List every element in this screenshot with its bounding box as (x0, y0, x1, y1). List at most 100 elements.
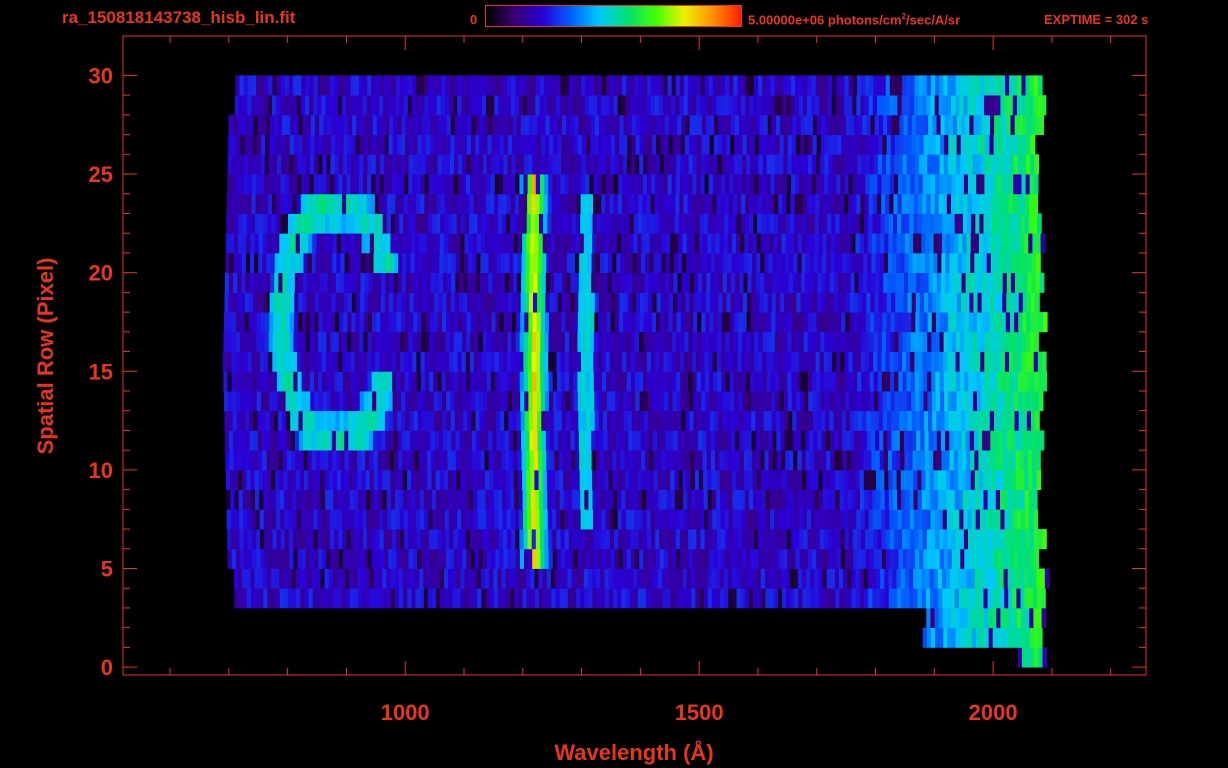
heatmap-cell (697, 114, 703, 135)
heatmap-cell (923, 134, 929, 155)
heatmap-cell (649, 450, 654, 471)
heatmap-cell (1011, 252, 1017, 273)
heatmap-cell (305, 371, 311, 392)
heatmap-cell (925, 489, 931, 510)
heatmap-cell (946, 607, 952, 628)
heatmap-cell (404, 371, 410, 392)
heatmap-cell (720, 489, 725, 510)
heatmap-cell (902, 174, 907, 195)
heatmap-cell (859, 469, 865, 490)
heatmap-cell (970, 233, 976, 254)
heatmap-cell (320, 489, 326, 510)
heatmap-cell (618, 174, 623, 195)
heatmap-cell (870, 391, 875, 412)
heatmap-cell (487, 134, 493, 155)
heatmap-cell (226, 509, 232, 530)
heatmap-cell (710, 292, 715, 313)
heatmap-cell (721, 312, 727, 333)
heatmap-cell (934, 213, 939, 234)
heatmap-cell (473, 509, 479, 530)
heatmap-cell (984, 193, 989, 214)
heatmap-cell (559, 568, 564, 589)
heatmap-cell (546, 252, 551, 273)
heatmap-cell (1017, 647, 1023, 668)
heatmap-cell (310, 154, 315, 175)
heatmap-cell (458, 548, 463, 569)
heatmap-cell (810, 489, 816, 510)
heatmap-cell (337, 509, 343, 530)
heatmap-cell (947, 351, 952, 372)
heatmap-cell (552, 371, 558, 392)
heatmap-cell (272, 371, 278, 392)
heatmap-cell (554, 430, 559, 451)
heatmap-cell (333, 509, 339, 530)
heatmap-cell (771, 410, 777, 431)
heatmap-cell (960, 331, 965, 352)
heatmap-cell (916, 252, 922, 273)
heatmap-cell (609, 213, 614, 234)
heatmap-cell (602, 371, 607, 392)
heatmap-cell (982, 252, 988, 273)
heatmap-cell (899, 292, 904, 313)
heatmap-cell (304, 469, 309, 490)
heatmap-cell (1000, 351, 1006, 372)
heatmap-cell (262, 469, 268, 490)
heatmap-cell (275, 489, 281, 510)
heatmap-cell (285, 391, 291, 412)
heatmap-cell (533, 114, 538, 135)
heatmap-cell (226, 489, 231, 510)
heatmap-cell (384, 154, 389, 175)
heatmap-cell (918, 509, 923, 530)
heatmap-cell (961, 410, 966, 431)
heatmap-cell (642, 509, 648, 530)
heatmap-cell (906, 529, 911, 550)
heatmap-cell (933, 233, 939, 254)
heatmap-cell (825, 292, 830, 313)
heatmap-cell (328, 450, 333, 471)
heatmap-cell (475, 410, 481, 431)
heatmap-cell (873, 351, 878, 372)
heatmap-cell (884, 489, 890, 510)
heatmap-cell (533, 272, 539, 293)
heatmap-cell (913, 588, 919, 609)
heatmap-cell (642, 174, 648, 195)
heatmap-cell (247, 193, 252, 214)
heatmap-cell (787, 331, 792, 352)
heatmap-cell (1017, 371, 1023, 392)
heatmap-cell (1017, 174, 1023, 195)
heatmap-cell (938, 588, 943, 609)
heatmap-cell (1021, 331, 1027, 352)
heatmap-cell (773, 489, 779, 510)
heatmap-cell (1004, 351, 1010, 372)
heatmap-cell (808, 312, 813, 333)
heatmap-cell (689, 410, 695, 431)
heatmap-cell (937, 469, 943, 490)
heatmap-cell (827, 588, 832, 609)
heatmap-cell (810, 469, 815, 490)
heatmap-cell (366, 489, 371, 510)
heatmap-cell (764, 252, 770, 273)
heatmap-cell (1014, 391, 1019, 412)
heatmap-cell (917, 469, 922, 490)
heatmap-cell (530, 469, 535, 490)
heatmap-cell (797, 450, 803, 471)
heatmap-cell (566, 114, 571, 135)
heatmap-cell (980, 154, 986, 175)
heatmap-cell (984, 548, 990, 569)
heatmap-cell (384, 391, 390, 412)
heatmap-cell (331, 114, 337, 135)
heatmap-cell (705, 134, 711, 155)
heatmap-cell (604, 588, 610, 609)
heatmap-cell (225, 469, 231, 490)
heatmap-cell (733, 154, 739, 175)
heatmap-cell (444, 509, 450, 530)
heatmap-cell (807, 154, 813, 175)
heatmap-cell (670, 469, 675, 490)
heatmap-cell (876, 568, 881, 589)
heatmap-cell (313, 509, 318, 530)
heatmap-cell (393, 114, 398, 135)
heatmap-cell (786, 213, 791, 234)
heatmap-cell (297, 331, 303, 352)
heatmap-cell (570, 292, 575, 313)
heatmap-cell (921, 213, 927, 234)
